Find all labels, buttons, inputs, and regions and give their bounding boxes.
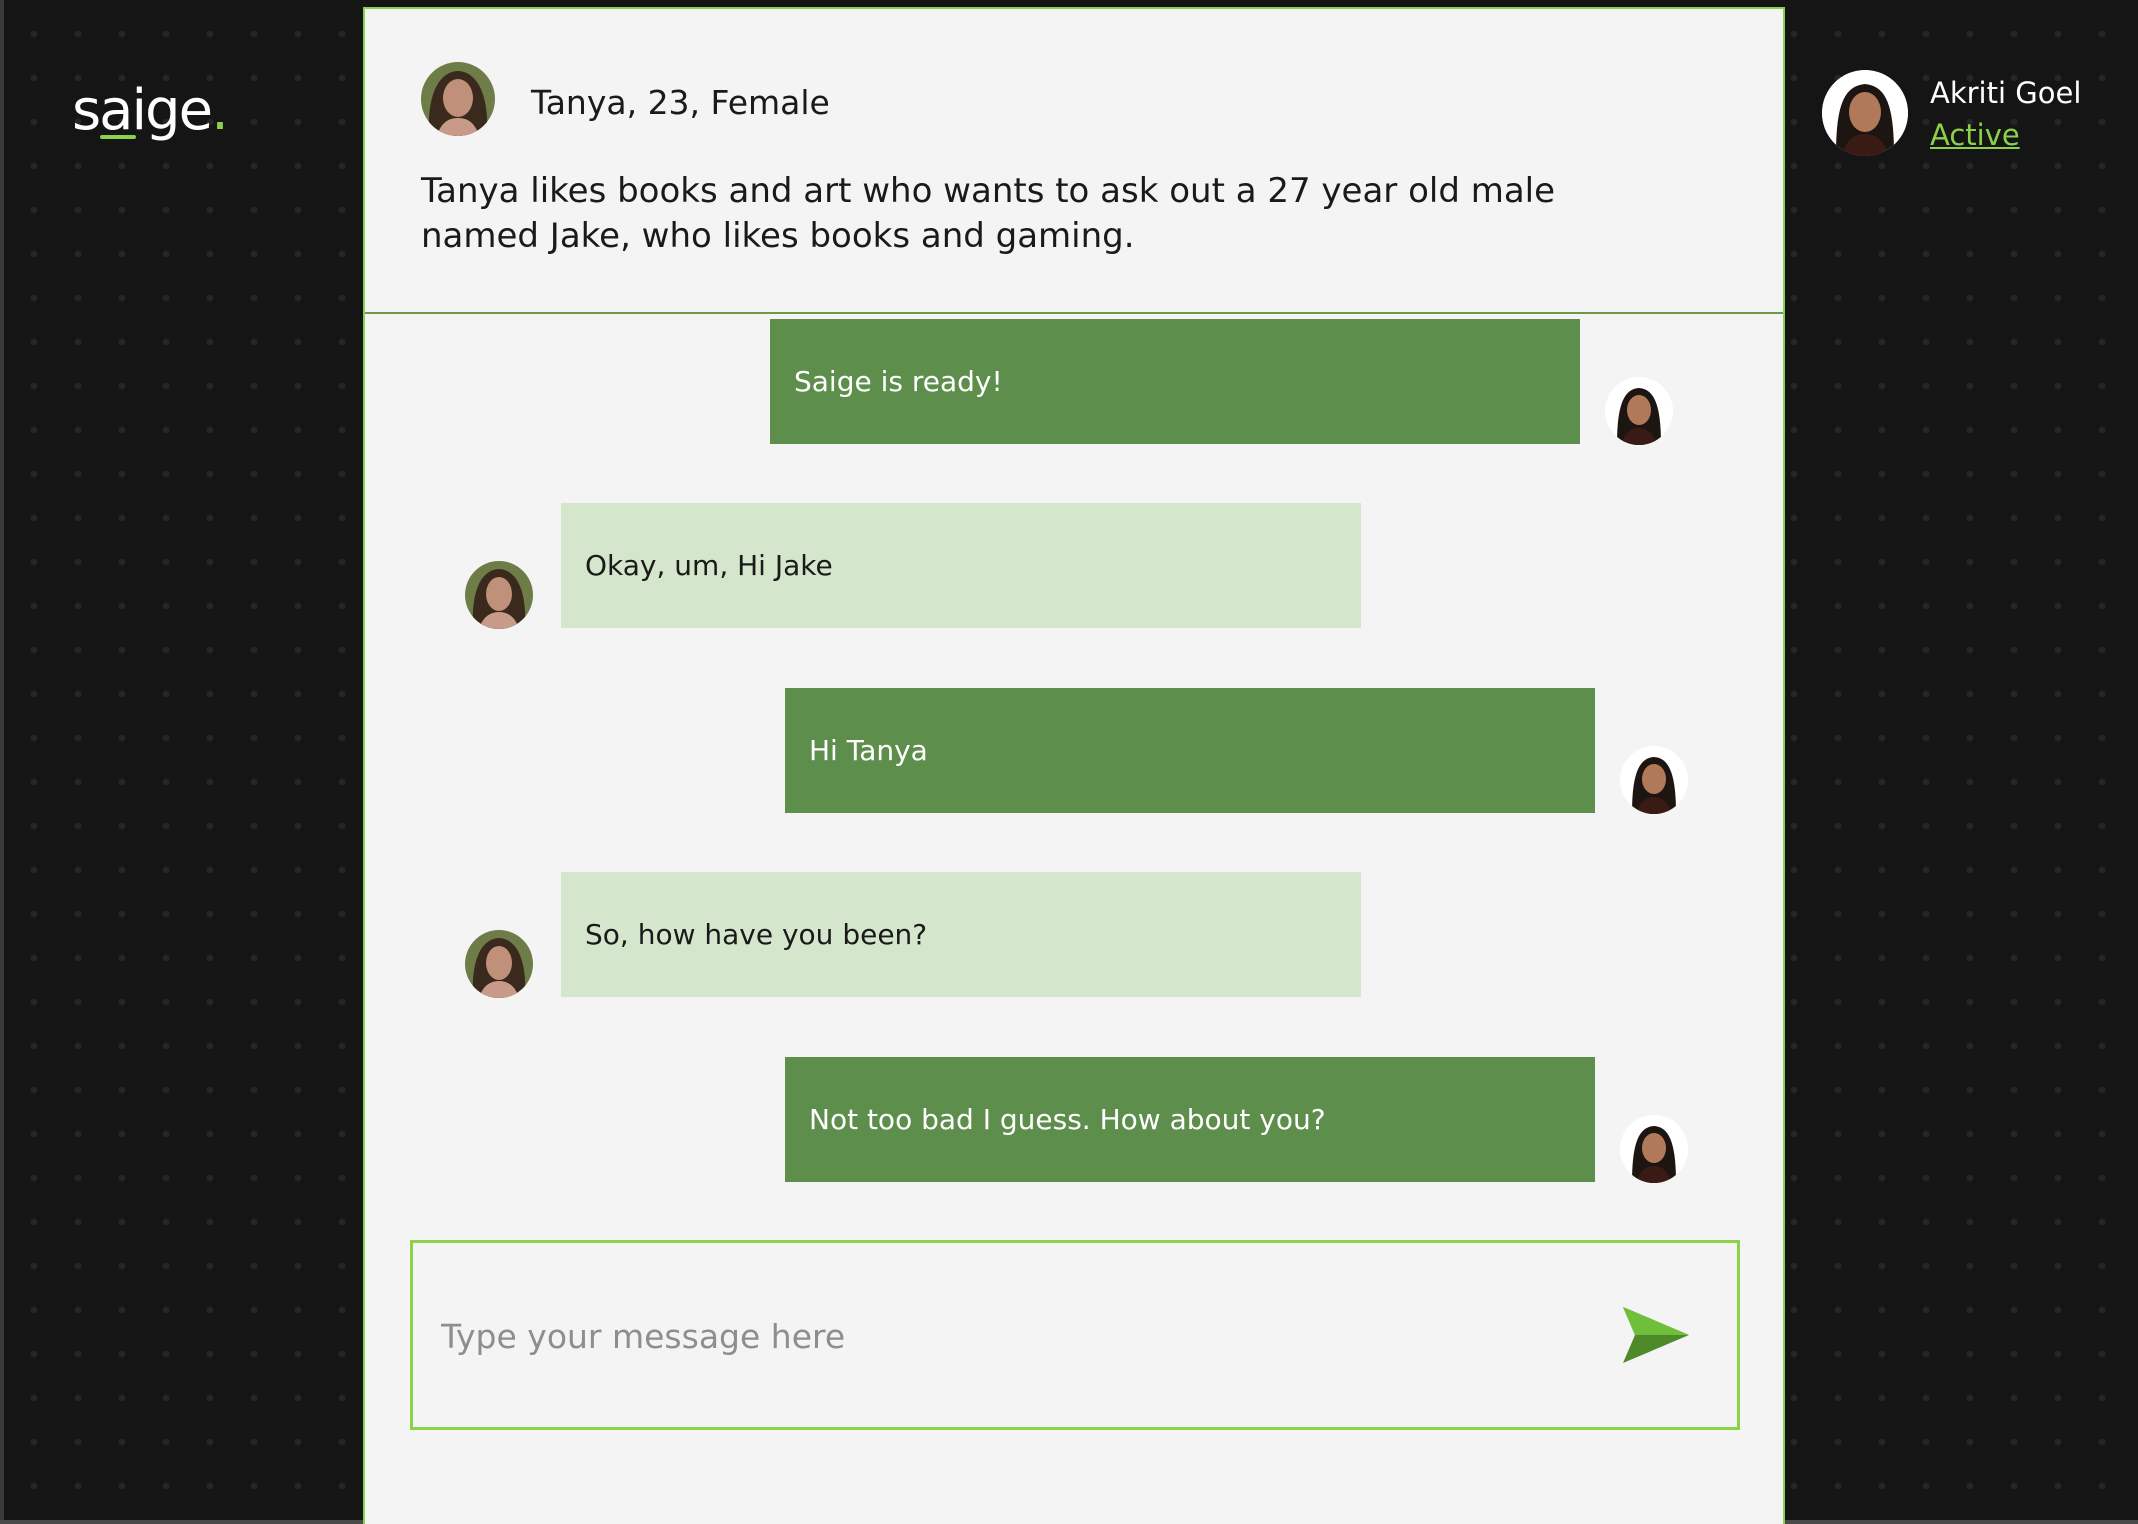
window-edge bbox=[0, 0, 4, 1524]
message-bubble-bot: Hi Tanya bbox=[785, 688, 1595, 813]
send-button[interactable] bbox=[1619, 1303, 1693, 1367]
persona-header: Tanya, 23, Female Tanya likes books and … bbox=[365, 9, 1783, 314]
message-text: Not too bad I guess. How about you? bbox=[809, 1103, 1326, 1136]
message-text: Saige is ready! bbox=[794, 365, 1003, 398]
message-text: Hi Tanya bbox=[809, 734, 928, 767]
message-composer bbox=[410, 1240, 1740, 1430]
persona-message-avatar bbox=[465, 930, 533, 998]
persona-avatar bbox=[421, 62, 495, 136]
user-name: Akriti Goel bbox=[1930, 76, 2082, 110]
message-text: Okay, um, Hi Jake bbox=[585, 549, 833, 582]
bot-avatar bbox=[1620, 1115, 1688, 1183]
user-avatar[interactable] bbox=[1822, 70, 1908, 156]
message-bubble-bot: Saige is ready! bbox=[770, 319, 1580, 444]
bot-avatar bbox=[1620, 746, 1688, 814]
app-logo[interactable]: saige. bbox=[72, 78, 229, 143]
message-bubble-bot: Not too bad I guess. How about you? bbox=[785, 1057, 1595, 1182]
logo-dot: . bbox=[211, 78, 229, 143]
bot-avatar bbox=[1605, 377, 1673, 445]
logo-underline bbox=[100, 135, 136, 139]
persona-title: Tanya, 23, Female bbox=[531, 83, 830, 122]
send-arrow-icon bbox=[1623, 1307, 1689, 1363]
logo-text: saige bbox=[72, 78, 213, 143]
chat-panel: Tanya, 23, Female Tanya likes books and … bbox=[363, 7, 1785, 1524]
message-text: So, how have you been? bbox=[585, 918, 928, 951]
persona-description: Tanya likes books and art who wants to a… bbox=[421, 171, 1556, 256]
message-input[interactable] bbox=[441, 1303, 1591, 1369]
message-bubble-user: So, how have you been? bbox=[561, 872, 1361, 997]
user-status-link[interactable]: Active bbox=[1930, 118, 2020, 152]
persona-message-avatar bbox=[465, 561, 533, 629]
message-bubble-user: Okay, um, Hi Jake bbox=[561, 503, 1361, 628]
